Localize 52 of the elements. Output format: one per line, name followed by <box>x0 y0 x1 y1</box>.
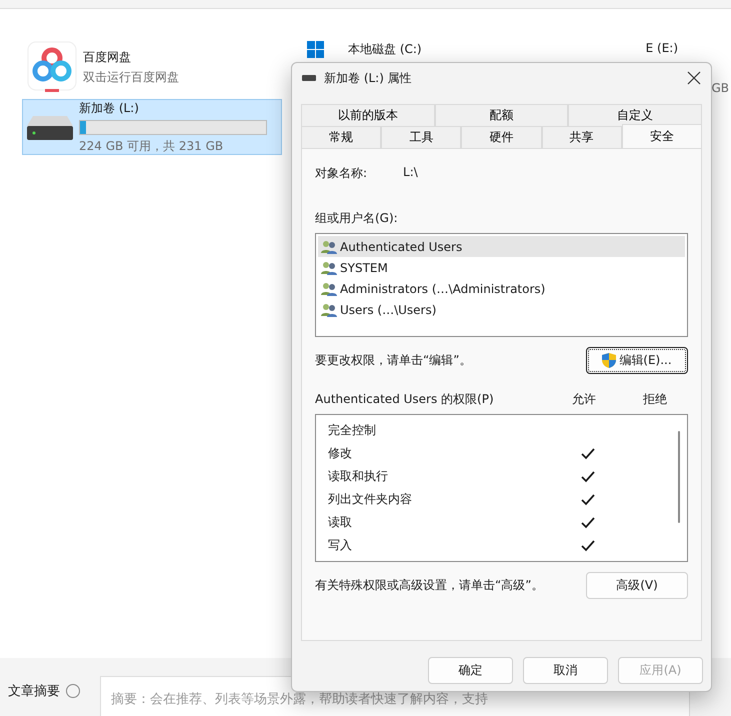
user-row[interactable]: Users (…\Users) <box>318 299 685 320</box>
user-row[interactable]: Authenticated Users <box>318 236 685 257</box>
shield-icon <box>602 353 616 368</box>
advanced-button[interactable]: 高级(V) <box>586 572 688 599</box>
item-name: 本地磁盘 (C:) <box>348 41 422 58</box>
object-label: 对象名称: <box>315 165 368 182</box>
explorer-item[interactable]: 新加卷 (L:) 224 GB 可用，共 231 GB <box>22 99 282 155</box>
tab[interactable]: 自定义 <box>568 104 702 126</box>
tab[interactable]: 共享 <box>542 126 622 148</box>
permission-name: 列出文件夹内容 <box>328 491 413 508</box>
permission-name: 读取和执行 <box>328 468 389 485</box>
edit-hint: 要更改权限，请单击“编辑”。 <box>315 352 472 369</box>
close-button[interactable] <box>687 71 701 85</box>
column-header: 拒绝 <box>642 391 668 408</box>
edit-button[interactable]: 编辑(E)... <box>586 347 688 374</box>
tab[interactable]: 工具 <box>381 126 462 148</box>
advanced-hint: 有关特殊权限或高级设置，请单击“高级”。 <box>315 577 544 594</box>
cloud-app-icon <box>27 41 77 93</box>
field-label: 文章摘要 <box>8 683 60 700</box>
window-title: 新加卷 (L:) 属性 <box>324 70 413 86</box>
tab[interactable]: 硬件 <box>461 126 542 148</box>
permission-name: 修改 <box>328 445 353 462</box>
dialog-button[interactable]: 确定 <box>428 657 513 684</box>
permissions-label: Authenticated Users 的权限(P) <box>315 391 495 408</box>
explorer-item[interactable]: 百度网盘 双击运行百度网盘 <box>22 39 282 95</box>
permission-name: 写入 <box>328 537 353 554</box>
item-name: E (E:) <box>646 41 678 55</box>
users-icon <box>321 260 338 274</box>
tab[interactable]: 常规 <box>301 126 382 148</box>
dialog-button[interactable]: 取消 <box>523 657 608 684</box>
users-label: 组或用户名(G): <box>315 210 399 227</box>
tab[interactable]: 以前的版本 <box>301 104 435 126</box>
item-subtitle: GB <box>711 81 729 95</box>
windows-logo-icon <box>307 41 324 58</box>
users-icon <box>321 302 338 316</box>
tab[interactable]: 配额 <box>434 104 568 126</box>
item-name: 百度网盘 <box>83 48 132 66</box>
object-value: L:\ <box>403 165 418 181</box>
item-subtitle: 双击运行百度网盘 <box>83 68 180 86</box>
permission-name: 完全控制 <box>328 422 377 439</box>
permission-name: 读取 <box>328 514 353 531</box>
users-icon <box>321 240 338 254</box>
tab[interactable]: 安全 <box>622 124 702 148</box>
item-name: 新加卷 (L:) <box>79 100 140 116</box>
column-header: 允许 <box>571 391 597 408</box>
drive-icon <box>27 114 73 140</box>
item-subtitle: 224 GB 可用，共 231 GB <box>79 138 224 154</box>
drive-icon <box>302 75 316 81</box>
user-row[interactable]: Administrators (…\Administrators) <box>318 278 685 299</box>
users-icon <box>321 282 338 296</box>
user-row[interactable]: SYSTEM <box>318 257 685 278</box>
scrollbar-thumb[interactable] <box>678 431 680 523</box>
